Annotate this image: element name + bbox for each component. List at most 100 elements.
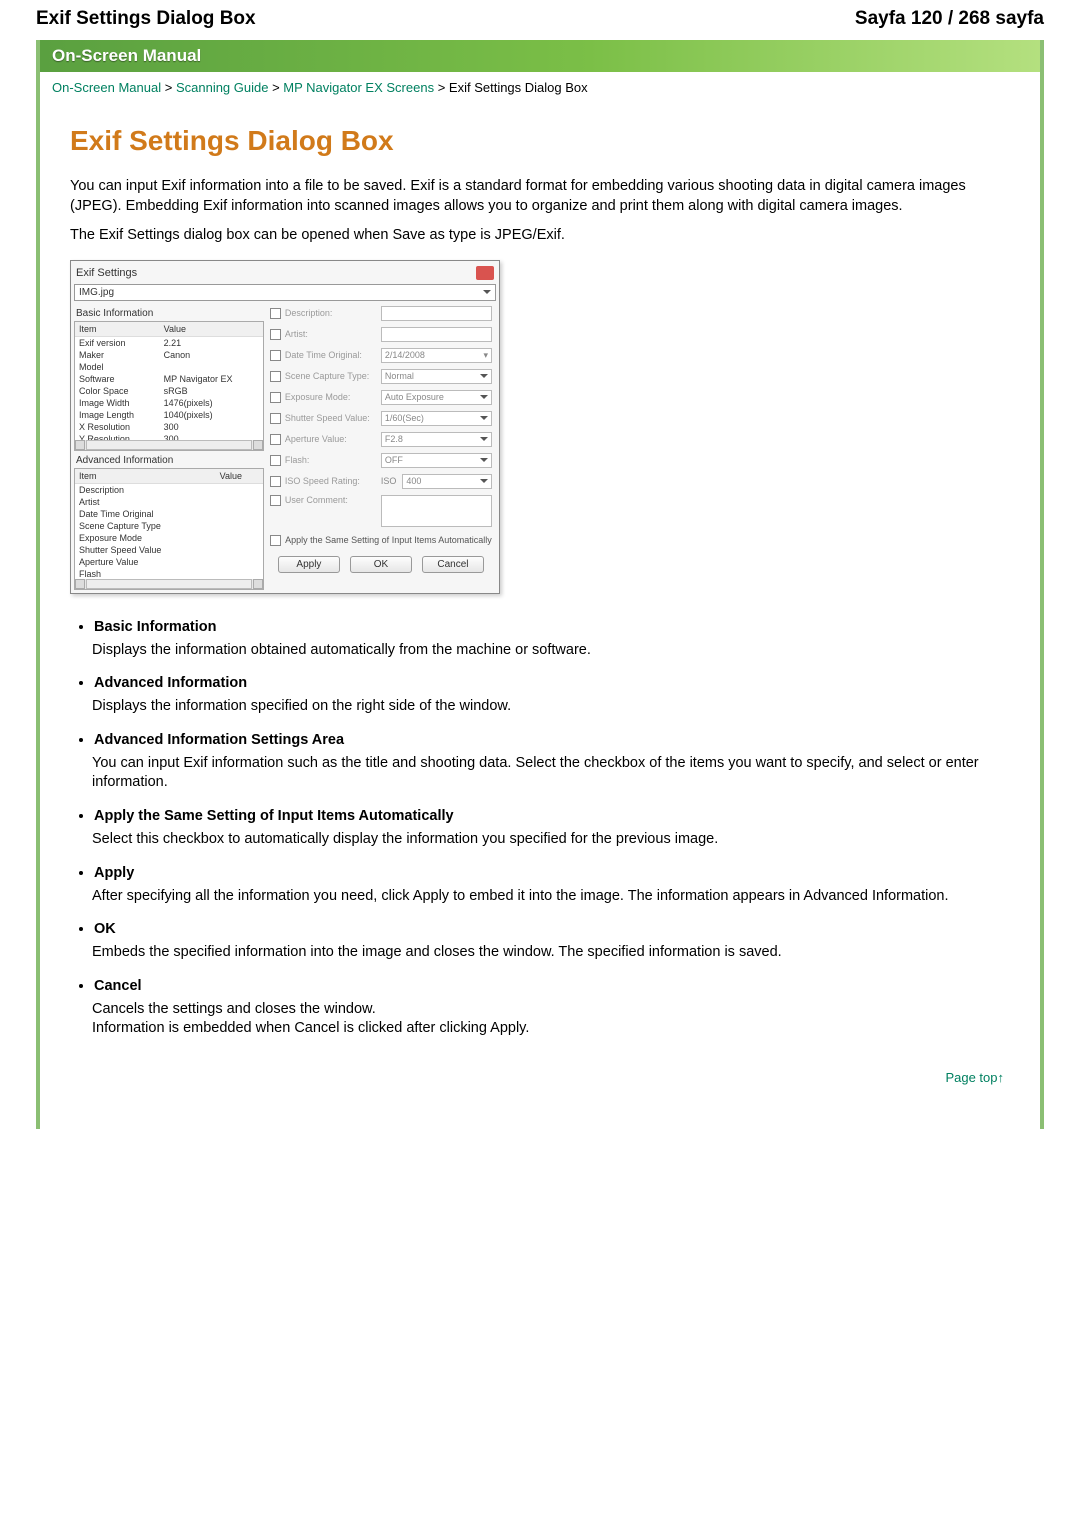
list-item: Basic InformationDisplays the informatio… — [94, 618, 1010, 661]
page-title: Exif Settings Dialog Box — [70, 125, 1010, 157]
list-item: ApplyAfter specifying all the informatio… — [94, 864, 1010, 907]
table-row: Image Width1476(pixels) — [75, 397, 263, 409]
checkbox[interactable] — [270, 495, 281, 506]
item-text: Displays the information specified on th… — [92, 697, 1010, 717]
field-label: Shutter Speed Value: — [285, 413, 377, 423]
date-time-original-input[interactable]: 2/14/2008▾ — [381, 348, 492, 363]
list-item: Advanced Information Displays the informa… — [94, 674, 1010, 717]
field-label: Flash: — [285, 455, 377, 465]
chevron-down-icon — [480, 458, 488, 462]
list-item: Cancel Cancels the settings and closes th… — [94, 977, 1010, 1039]
table-row: Exposure Mode — [75, 532, 263, 544]
checkbox[interactable] — [270, 329, 281, 340]
checkbox[interactable] — [270, 392, 281, 403]
item-title: Advanced Information Settings Area — [94, 732, 1010, 748]
close-icon[interactable] — [476, 266, 494, 280]
calendar-icon[interactable]: ▾ — [483, 350, 488, 361]
scrollbar[interactable] — [75, 440, 263, 450]
field-label: ISO Speed Rating: — [285, 476, 377, 486]
flash-select[interactable]: OFF — [381, 453, 492, 468]
table-row: Aperture Value — [75, 556, 263, 568]
artist-input[interactable] — [381, 327, 492, 342]
table-row: Color SpacesRGB — [75, 385, 263, 397]
scene-capture-type-select[interactable]: Normal — [381, 369, 492, 384]
breadcrumb-sep: > — [268, 80, 283, 95]
page-top-link[interactable]: Page top↑ — [945, 1070, 1004, 1085]
breadcrumb-current: Exif Settings Dialog Box — [449, 80, 588, 95]
exif-settings-dialog: Exif Settings IMG.jpg Basic Information — [70, 260, 500, 594]
breadcrumb: On-Screen Manual > Scanning Guide > MP N… — [40, 72, 1040, 103]
chevron-down-icon — [480, 395, 488, 399]
iso-prefix: ISO — [381, 476, 397, 486]
apply-same-setting-label: Apply the Same Setting of Input Items Au… — [285, 535, 492, 545]
field-label: Scene Capture Type: — [285, 371, 377, 381]
item-title: Apply the Same Setting of Input Items Au… — [94, 808, 1010, 824]
doc-title-left: Exif Settings Dialog Box — [36, 8, 256, 30]
item-title: Basic Information — [94, 619, 1010, 635]
advanced-info-header: Advanced Information — [74, 451, 264, 468]
item-title: Cancel — [94, 978, 1010, 994]
chevron-down-icon — [480, 437, 488, 441]
item-text: Cancels the settings and closes the wind… — [92, 1000, 1010, 1039]
table-row: Image Length1040(pixels) — [75, 409, 263, 421]
checkbox[interactable] — [270, 308, 281, 319]
description-input[interactable] — [381, 306, 492, 321]
col-item-header: Item — [75, 322, 160, 337]
list-item: OKEmbeds the specified information into … — [94, 920, 1010, 963]
col-value-header: Value — [160, 322, 263, 337]
breadcrumb-link[interactable]: MP Navigator EX Screens — [283, 80, 434, 95]
cancel-button[interactable]: Cancel — [422, 556, 484, 573]
file-selected-value: IMG.jpg — [79, 287, 114, 298]
breadcrumb-sep: > — [434, 80, 449, 95]
col-item-header: Item — [75, 469, 216, 484]
settings-area: Description: Artist: Date Time Original:… — [264, 304, 496, 590]
checkbox[interactable] — [270, 455, 281, 466]
scrollbar[interactable] — [75, 579, 263, 589]
intro-paragraph: The Exif Settings dialog box can be open… — [70, 226, 1010, 246]
item-text: Embeds the specified information into th… — [92, 943, 1010, 963]
table-row: X Resolution300 — [75, 421, 263, 433]
intro-paragraph: You can input Exif information into a fi… — [70, 177, 1010, 216]
field-label: Exposure Mode: — [285, 392, 377, 402]
chevron-down-icon — [480, 479, 488, 483]
breadcrumb-sep: > — [161, 80, 176, 95]
exposure-mode-select[interactable]: Auto Exposure — [381, 390, 492, 405]
checkbox[interactable] — [270, 371, 281, 382]
breadcrumb-link[interactable]: On-Screen Manual — [52, 80, 161, 95]
advanced-info-list[interactable]: ItemValue Description Artist Date Time O… — [75, 469, 263, 579]
list-item: Advanced Information Settings AreaYou ca… — [94, 731, 1010, 793]
field-label: Aperture Value: — [285, 434, 377, 444]
aperture-value-select[interactable]: F2.8 — [381, 432, 492, 447]
table-row: Model — [75, 361, 263, 373]
shutter-speed-select[interactable]: 1/60(Sec) — [381, 411, 492, 426]
table-row: Scene Capture Type — [75, 520, 263, 532]
manual-header: On-Screen Manual — [40, 40, 1040, 72]
table-row: Y Resolution300 — [75, 433, 263, 440]
table-row: Date Time Original — [75, 508, 263, 520]
table-row: Artist — [75, 496, 263, 508]
table-row: Exif version2.21 — [75, 336, 263, 349]
field-label: Artist: — [285, 329, 377, 339]
field-label: Date Time Original: — [285, 350, 377, 360]
iso-speed-select[interactable]: 400 — [402, 474, 492, 489]
checkbox[interactable] — [270, 350, 281, 361]
file-select-dropdown[interactable]: IMG.jpg — [74, 284, 496, 301]
checkbox[interactable] — [270, 476, 281, 487]
basic-info-list[interactable]: ItemValue Exif version2.21 MakerCanon Mo… — [75, 322, 263, 440]
col-value-header: Value — [216, 469, 263, 484]
checkbox[interactable] — [270, 413, 281, 424]
field-label: User Comment: — [285, 495, 377, 505]
apply-same-setting-checkbox[interactable] — [270, 535, 281, 546]
table-row: MakerCanon — [75, 349, 263, 361]
item-text: After specifying all the information you… — [92, 887, 1010, 907]
item-title: Advanced Information — [94, 675, 1010, 691]
chevron-down-icon — [480, 374, 488, 378]
chevron-down-icon — [480, 416, 488, 420]
descriptions-list: Basic Information Displays the informatio… — [70, 618, 1010, 1039]
dialog-title: Exif Settings — [76, 267, 137, 279]
ok-button[interactable]: OK — [350, 556, 412, 573]
user-comment-textarea[interactable] — [381, 495, 492, 527]
checkbox[interactable] — [270, 434, 281, 445]
apply-button[interactable]: Apply — [278, 556, 340, 573]
breadcrumb-link[interactable]: Scanning Guide — [176, 80, 269, 95]
